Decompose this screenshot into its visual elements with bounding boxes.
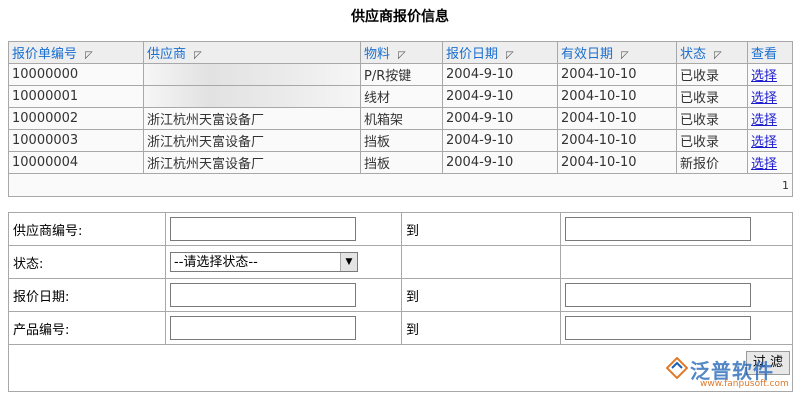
cell-supplier-redacted [143,85,361,108]
sort-icon[interactable]: ◸ [621,50,629,61]
status-label: 状态: [8,245,166,279]
cell-quote-date: 2004-9-10 [442,129,558,152]
cell-quote-date: 2004-9-10 [442,85,558,108]
cell-quote-no: 10000001 [8,85,144,108]
pager-row: 1 [8,173,793,197]
to-label: 到 [401,311,561,345]
page-number[interactable]: 1 [782,179,789,192]
sort-icon[interactable]: ◸ [398,50,406,61]
cell-supplier: 浙江杭州天富设备厂 [143,107,361,130]
sort-icon[interactable]: ◸ [506,50,514,61]
cell-view: 选择 [747,107,793,130]
quote-date-to-input[interactable] [565,283,751,307]
logo-url: www.fanpusoft.com [700,379,789,389]
cell-supplier: 浙江杭州天富设备厂 [143,129,361,152]
select-link[interactable]: 选择 [751,135,777,150]
col-header-valid-date[interactable]: 有效日期 ◸ [557,41,677,64]
table-row: 10000000 P/R按键 2004-9-10 2004-10-10 已收录 … [8,63,793,86]
table-header-row: 报价单编号 ◸ 供应商 ◸ 物料 ◸ 报价日期 ◸ 有效日期 ◸ 状态 ◸ 查看 [8,41,793,64]
col-header-quote-no[interactable]: 报价单编号 ◸ [8,41,144,64]
select-link[interactable]: 选择 [751,69,777,84]
select-link[interactable]: 选择 [751,113,777,128]
cell-valid-date: 2004-10-10 [557,63,677,86]
cell-status: 已收录 [676,63,748,86]
cell-view: 选择 [747,151,793,174]
cell-status: 已收录 [676,85,748,108]
table-row: 10000002 浙江杭州天富设备厂 机箱架 2004-9-10 2004-10… [8,107,793,130]
cell-quote-date: 2004-9-10 [442,107,558,130]
cell-valid-date: 2004-10-10 [557,151,677,174]
cell-supplier-redacted [143,63,361,86]
cell-quote-no: 10000004 [8,151,144,174]
col-header-material[interactable]: 物料 ◸ [360,41,443,64]
page-title: 供应商报价信息 [351,9,449,25]
col-header-view: 查看 [747,41,793,64]
col-header-quote-date[interactable]: 报价日期 ◸ [442,41,558,64]
cell-status: 已收录 [676,107,748,130]
quote-date-from-input[interactable] [170,283,356,307]
table-row: 10000001 线材 2004-9-10 2004-10-10 已收录 选择 [8,85,793,108]
col-header-status[interactable]: 状态 ◸ [676,41,748,64]
status-select-value: --请选择状态-- [174,255,258,270]
cell-quote-date: 2004-9-10 [442,63,558,86]
cell-view: 选择 [747,129,793,152]
select-link[interactable]: 选择 [751,157,777,172]
sort-icon[interactable]: ◸ [85,50,93,61]
quote-table: 报价单编号 ◸ 供应商 ◸ 物料 ◸ 报价日期 ◸ 有效日期 ◸ 状态 ◸ 查看 10000… [8,41,793,197]
cell-material: 线材 [360,85,443,108]
supplier-no-label: 供应商编号: [8,212,166,246]
to-label: 到 [401,278,561,312]
cell-material: 挡板 [360,129,443,152]
logo-icon [666,357,688,379]
cell-material: 机箱架 [360,107,443,130]
cell-supplier: 浙江杭州天富设备厂 [143,151,361,174]
cell-status: 已收录 [676,129,748,152]
product-no-to-input[interactable] [565,316,751,340]
cell-view: 选择 [747,63,793,86]
supplier-no-from-input[interactable] [170,217,356,241]
cell-quote-date: 2004-9-10 [442,151,558,174]
table-row: 10000003 浙江杭州天富设备厂 挡板 2004-9-10 2004-10-… [8,129,793,152]
cell-valid-date: 2004-10-10 [557,107,677,130]
status-select[interactable]: --请选择状态-- ▼ [170,252,358,272]
cell-material: P/R按键 [360,63,443,86]
col-header-supplier[interactable]: 供应商 ◸ [143,41,361,64]
to-label: 到 [401,212,561,246]
filter-row-status: 状态: --请选择状态-- ▼ [8,245,793,279]
filter-row-product-no: 产品编号: 到 [8,311,793,345]
watermark-logo: 泛普软件 www.fanpusoft.com [664,355,794,397]
dropdown-arrow-icon[interactable]: ▼ [340,253,357,271]
filter-row-supplier-no: 供应商编号: 到 [8,212,793,246]
table-row: 10000004 浙江杭州天富设备厂 挡板 2004-9-10 2004-10-… [8,151,793,174]
cell-valid-date: 2004-10-10 [557,85,677,108]
product-no-from-input[interactable] [170,316,356,340]
sort-icon[interactable]: ◸ [194,50,202,61]
cell-quote-no: 10000002 [8,107,144,130]
cell-valid-date: 2004-10-10 [557,129,677,152]
quote-date-label: 报价日期: [8,278,166,312]
sort-icon[interactable]: ◸ [714,50,722,61]
cell-material: 挡板 [360,151,443,174]
cell-quote-no: 10000003 [8,129,144,152]
supplier-no-to-input[interactable] [565,217,751,241]
cell-view: 选择 [747,85,793,108]
product-no-label: 产品编号: [8,311,166,345]
cell-quote-no: 10000000 [8,63,144,86]
pager: 1 [8,173,793,197]
cell-status: 新报价 [676,151,748,174]
filter-row-quote-date: 报价日期: 到 [8,278,793,312]
select-link[interactable]: 选择 [751,91,777,106]
